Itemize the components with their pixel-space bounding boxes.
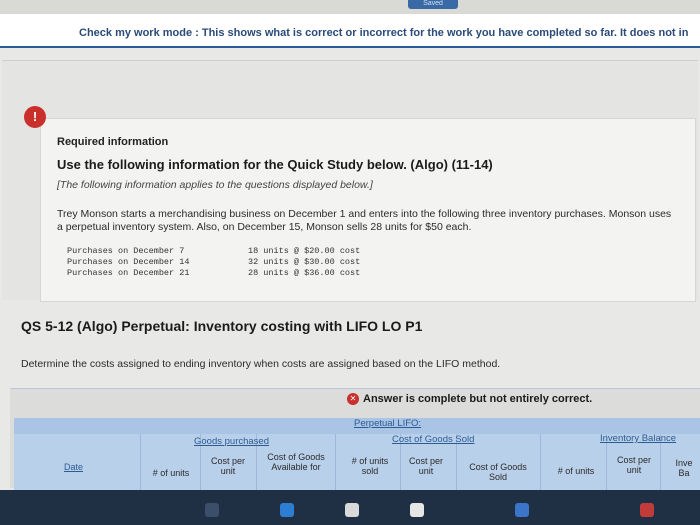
- saved-tab: Saved: [408, 0, 458, 9]
- cost-per-unit-header: Cost per unit: [408, 456, 443, 476]
- purchase-label: Purchases on December 7: [67, 246, 185, 256]
- alert-icon: !: [24, 106, 46, 128]
- units-header: # of units: [152, 468, 190, 478]
- date-column-header: Date: [64, 462, 84, 472]
- taskbar-icon[interactable]: [515, 503, 529, 517]
- determine-instructions: Determine the costs assigned to ending i…: [21, 358, 501, 370]
- inventory-balance-partial-header: Inve Ba: [675, 458, 693, 478]
- error-x-icon: ✕: [347, 393, 359, 405]
- answer-status-text: Answer is complete but not entirely corr…: [363, 393, 593, 405]
- answer-status: ✕ Answer is complete but not entirely co…: [347, 393, 592, 405]
- purchase-label: Purchases on December 14: [67, 257, 190, 267]
- check-my-work-banner: Check my work mode : This shows what is …: [0, 14, 700, 48]
- purchase-row: Purchases on December 7 18 units @ $20.0…: [60, 246, 380, 257]
- required-info-title: Required information: [57, 136, 169, 148]
- purchase-value: 32 units @ $30.00 cost: [248, 257, 361, 267]
- browser-top-strip: [0, 0, 700, 14]
- use-following-heading: Use the following information for the Qu…: [57, 157, 493, 172]
- units-header: # of units: [557, 466, 595, 476]
- scenario-paragraph: Trey Monson starts a merchandising busin…: [57, 208, 672, 233]
- purchase-label: Purchases on December 21: [67, 268, 190, 278]
- purchase-value: 28 units @ $36.00 cost: [248, 268, 361, 278]
- cost-goods-available-header: Cost of Goods Available for: [267, 452, 325, 472]
- column-divider: [335, 434, 336, 490]
- qs-title: QS 5-12 (Algo) Perpetual: Inventory cost…: [21, 318, 423, 334]
- purchase-row: Purchases on December 14 32 units @ $30.…: [60, 257, 380, 268]
- units-sold-header: # of units sold: [351, 456, 389, 476]
- cogs-header: Cost of Goods Sold: [392, 434, 475, 445]
- inventory-balance-header: Inventory Balance: [600, 433, 677, 444]
- perpetual-lifo-label: Perpetual LIFO:: [354, 418, 422, 429]
- taskbar-icon[interactable]: [640, 503, 654, 517]
- taskbar-icon[interactable]: [345, 503, 359, 517]
- banner-text: Check my work mode : This shows what is …: [79, 27, 689, 39]
- column-divider: [140, 434, 141, 490]
- cost-per-unit-header: Cost per unit: [616, 455, 651, 475]
- purchase-row: Purchases on December 21 28 units @ $36.…: [60, 268, 380, 279]
- purchases-list: Purchases on December 7 18 units @ $20.0…: [60, 246, 380, 288]
- cost-per-unit-header: Cost per unit: [210, 456, 245, 476]
- taskbar-icon[interactable]: [280, 503, 294, 517]
- goods-purchased-header: Goods purchased: [194, 436, 269, 447]
- taskbar-icon[interactable]: [205, 503, 219, 517]
- purchase-value: 18 units @ $20.00 cost: [248, 246, 361, 256]
- taskbar-icon[interactable]: [410, 503, 424, 517]
- info-note: [The following information applies to th…: [57, 179, 373, 191]
- cost-goods-sold-header: Cost of Goods Sold: [469, 462, 527, 482]
- column-divider: [540, 434, 541, 490]
